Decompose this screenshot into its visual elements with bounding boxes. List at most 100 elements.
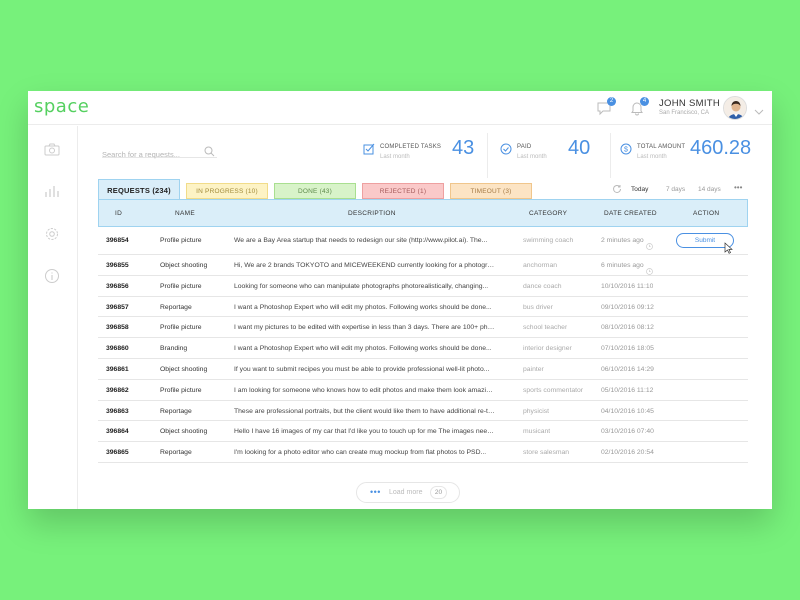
cell-name: Object shooting (160, 365, 208, 373)
table-row[interactable]: 396855 Object shooting Hi, We are 2 brands… (98, 255, 748, 276)
avatar[interactable] (723, 96, 747, 120)
cell-id: 396862 (106, 386, 129, 394)
stat-total-amount: $ TOTAL AMOUNT Last month 460.28 (620, 137, 760, 171)
table-row[interactable]: 396865 Reportage I'm looking for a photo e… (98, 442, 748, 463)
dollar-icon: $ (620, 142, 632, 160)
column-header-date-created[interactable]: DATE CREATED (604, 210, 657, 217)
range-7-days[interactable]: 7 days (666, 186, 685, 193)
cell-date-created: 2 minutes ago (601, 237, 644, 244)
top-bar: space 2 4 JOHN SMITH San Francisco, CA (28, 91, 772, 125)
cell-id: 396855 (106, 262, 129, 269)
cell-id: 396861 (106, 365, 129, 373)
table-row[interactable]: 396858 Profile picture I want my pictures … (98, 317, 748, 339)
stat-label: COMPLETED TASKS (380, 144, 442, 150)
cell-name: Reportage (160, 407, 192, 415)
cell-name: Object shooting (160, 262, 208, 269)
bar-chart-icon[interactable] (44, 183, 60, 199)
svg-text:$: $ (624, 147, 628, 154)
cell-date-created: 04/10/2016 10:45 (601, 407, 654, 415)
cell-category: sports commentator (523, 386, 584, 394)
tab-requests[interactable]: REQUESTS (234) (98, 179, 180, 201)
tab-in-progress[interactable]: IN PROGRESS (10) (186, 183, 268, 199)
cell-date-created: 05/10/2016 11:12 (601, 386, 654, 394)
divider (487, 133, 488, 178)
load-more-button[interactable]: ••• Load more 20 (356, 482, 460, 503)
table-row[interactable]: 396856 Profile picture Looking for someone… (98, 276, 748, 297)
cell-category: interior designer (523, 345, 572, 353)
table-row[interactable]: 396857 Reportage I want a Photoshop Expert… (98, 297, 748, 318)
stat-paid: PAID Last month 40 (500, 137, 600, 171)
tab-timeout[interactable]: TIMEOUT (3) (450, 183, 532, 199)
column-header-name[interactable]: NAME (175, 210, 195, 217)
info-icon[interactable] (44, 268, 60, 284)
bell-icon[interactable]: 4 (629, 97, 649, 116)
cell-name: Branding (160, 345, 188, 353)
chevron-down-icon[interactable] (754, 103, 764, 121)
column-header-description[interactable]: DESCRIPTION (348, 210, 396, 217)
cell-description: I want a Photoshop Expert who will edit … (234, 303, 492, 311)
cell-description: If you want to submit recipes you must b… (234, 365, 490, 373)
table-header: ID NAME DESCRIPTION CATEGORY DATE CREATE… (98, 199, 748, 227)
cell-id: 396865 (106, 449, 129, 457)
check-circle-icon (500, 142, 512, 160)
table-row[interactable]: 396862 Profile picture I am looking for so… (98, 380, 748, 401)
cell-description: Hi, We are 2 brands TOKYOTO and MICEWEEK… (234, 262, 496, 269)
column-header-category[interactable]: CATEGORY (529, 210, 567, 217)
cell-description: I'm looking for a photo editor who can c… (234, 449, 487, 457)
cell-date-created: 08/10/2016 08:12 (601, 324, 654, 332)
stat-value: 460.28 (690, 137, 752, 159)
search-icon[interactable] (204, 144, 215, 162)
chat-bubble-icon[interactable]: 2 (596, 97, 616, 116)
search-input[interactable] (102, 150, 202, 159)
cell-id: 396863 (106, 407, 129, 415)
requests-table: ID NAME DESCRIPTION CATEGORY DATE CREATE… (98, 199, 748, 463)
cell-category: bus driver (523, 303, 553, 311)
stat-sublabel: Last month (517, 154, 547, 160)
app-logo[interactable]: space (34, 96, 89, 117)
range-today[interactable]: Today (631, 186, 648, 193)
tab-rejected[interactable]: REJECTED (1) (362, 183, 444, 199)
cell-name: Reportage (160, 303, 192, 311)
cell-description: We are a Bay Area startup that needs to … (234, 237, 488, 244)
range-14-days[interactable]: 14 days (698, 186, 721, 193)
stat-value: 43 (452, 137, 475, 159)
tab-done[interactable]: DONE (43) (274, 183, 356, 199)
cell-name: Object shooting (160, 428, 208, 436)
stat-sublabel: Last month (637, 154, 667, 160)
table-row[interactable]: 396861 Object shooting If you want to subm… (98, 359, 748, 380)
table-row[interactable]: 396864 Object shooting Hello I have 16 ima… (98, 421, 748, 443)
stat-value: 40 (568, 137, 591, 159)
camera-icon[interactable] (44, 142, 60, 158)
cell-name: Reportage (160, 449, 192, 457)
refresh-icon[interactable] (612, 184, 622, 196)
cell-description: I want a Photoshop Expert who will edit … (234, 345, 492, 353)
load-more-count[interactable]: 20 (430, 486, 447, 499)
gear-icon[interactable] (44, 226, 60, 242)
cell-date-created: 6 minutes ago (601, 262, 644, 269)
cell-id: 396864 (106, 428, 129, 436)
cell-date-created: 07/10/2016 18:05 (601, 345, 654, 353)
cell-date-created: 03/10/2016 07:40 (601, 428, 654, 436)
more-options-button[interactable]: ••• (734, 183, 742, 192)
user-location: San Francisco, CA (659, 110, 710, 116)
cell-category: school teacher (523, 324, 568, 332)
cell-name: Profile picture (160, 237, 202, 244)
stat-label: PAID (517, 144, 532, 150)
stat-completed-tasks: COMPLETED TASKS Last month 43 (363, 137, 478, 171)
cell-id: 396860 (106, 345, 129, 353)
cell-date-created: 10/10/2016 11:10 (601, 282, 654, 290)
cell-id: 396858 (106, 324, 129, 332)
cell-category: anchorman (523, 262, 558, 269)
cell-category: dance coach (523, 282, 562, 290)
cell-description: I am looking for someone who knows how t… (234, 386, 496, 394)
user-name[interactable]: JOHN SMITH (659, 98, 720, 109)
table-row[interactable]: 396854 Profile picture We are a Bay Area s… (98, 227, 748, 255)
stat-label: TOTAL AMOUNT (637, 144, 686, 150)
table-row[interactable]: 396860 Branding I want a Photoshop Expert … (98, 338, 748, 359)
cell-description: Hello I have 16 images of my car that I'… (234, 428, 496, 436)
column-header-action: ACTION (693, 210, 720, 217)
app-window: space 2 4 JOHN SMITH San Francisco, CA S… (28, 91, 772, 509)
column-header-id[interactable]: ID (115, 210, 122, 217)
cell-date-created: 02/10/2016 20:54 (601, 449, 654, 457)
table-row[interactable]: 396863 Reportage These are professional po… (98, 401, 748, 422)
